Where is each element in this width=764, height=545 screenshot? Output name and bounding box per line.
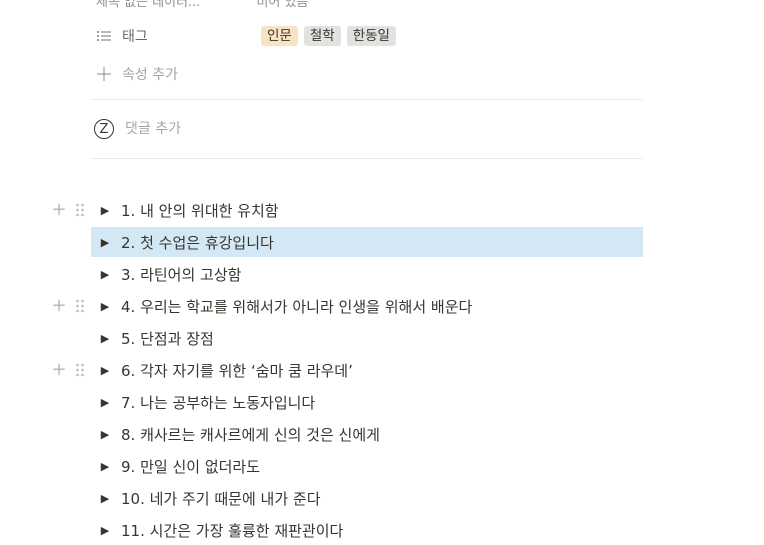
notion-page: 제목 없는 데이터... 비어 있음 태그 인문 철학 한동일 속성 추가 Z … xyxy=(0,0,764,541)
toggle-block[interactable]: ▶ 1. 내 안의 위대한 유치함 xyxy=(91,195,643,225)
toggle-block[interactable]: ▶ 9. 만일 신이 없더라도 xyxy=(91,451,643,481)
drag-handle-icon[interactable] xyxy=(71,361,89,379)
property-name-tags[interactable]: 태그 xyxy=(91,26,261,46)
toggle-block[interactable]: ▶ 7. 나는 공부하는 노동자입니다 xyxy=(91,387,643,417)
toggle-block[interactable]: ▶ 3. 라틴어의 고상함 xyxy=(91,259,643,289)
toggle-title[interactable]: 3. 라틴어의 고상함 xyxy=(121,264,241,285)
toggle-block[interactable]: ▶ 4. 우리는 학교를 위해서가 아니라 인생을 위해서 배운다 xyxy=(91,291,643,321)
toggle-block[interactable]: ▶ 5. 단점과 장점 xyxy=(91,323,643,353)
toggle-arrow-icon[interactable]: ▶ xyxy=(94,231,116,253)
property-value: 비어 있음 xyxy=(256,0,309,10)
toggle-title[interactable]: 5. 단점과 장점 xyxy=(121,328,214,349)
tag-chip[interactable]: 인문 xyxy=(261,26,298,46)
toggle-block[interactable]: ▶ 6. 각자 자기를 위한 ‘숨마 쿰 라우데’ xyxy=(91,355,643,385)
add-property-button[interactable]: 속성 추가 xyxy=(91,59,643,89)
toggle-arrow-icon[interactable]: ▶ xyxy=(94,519,116,541)
block-handle[interactable]: + xyxy=(50,359,90,381)
toggle-title[interactable]: 8. 캐사르는 캐사르에게 신의 것은 신에게 xyxy=(121,424,380,445)
block-handle[interactable]: + xyxy=(50,199,90,221)
property-row-tags[interactable]: 태그 인문 철학 한동일 xyxy=(91,21,643,51)
toggle-block[interactable]: ▶ 8. 캐사르는 캐사르에게 신의 것은 신에게 xyxy=(91,419,643,449)
comment-row: Z xyxy=(91,114,643,144)
toggle-arrow-icon[interactable]: ▶ xyxy=(94,359,116,381)
comment-input[interactable] xyxy=(125,121,525,137)
toggle-title[interactable]: 1. 내 안의 위대한 유치함 xyxy=(121,200,279,221)
plus-icon xyxy=(96,66,112,82)
toggle-block[interactable]: ▶ 2. 첫 수업은 휴강입니다 xyxy=(91,227,643,257)
drag-handle-icon[interactable] xyxy=(71,201,89,219)
property-name: 제목 없는 데이터... xyxy=(96,0,201,10)
list-icon xyxy=(96,28,112,44)
property-row-cut[interactable]: 제목 없는 데이터... 비어 있음 xyxy=(96,0,309,10)
toggle-block[interactable]: ▶ 10. 네가 주기 때문에 내가 준다 xyxy=(91,483,643,513)
add-block-icon[interactable]: + xyxy=(50,361,68,379)
tag-list[interactable]: 인문 철학 한동일 xyxy=(261,26,396,46)
add-block-icon[interactable]: + xyxy=(50,201,68,219)
toggle-title[interactable]: 7. 나는 공부하는 노동자입니다 xyxy=(121,392,315,413)
drag-handle-icon[interactable] xyxy=(71,297,89,315)
toggle-arrow-icon[interactable]: ▶ xyxy=(94,263,116,285)
property-label: 태그 xyxy=(122,29,148,45)
toggle-title[interactable]: 10. 네가 주기 때문에 내가 준다 xyxy=(121,488,321,509)
toggle-arrow-icon[interactable]: ▶ xyxy=(94,455,116,477)
divider xyxy=(91,158,643,159)
toggle-arrow-icon[interactable]: ▶ xyxy=(94,391,116,413)
toggle-arrow-icon[interactable]: ▶ xyxy=(94,423,116,445)
toggle-title[interactable]: 2. 첫 수업은 휴강입니다 xyxy=(121,232,274,253)
add-property-label: 속성 추가 xyxy=(122,67,178,83)
tag-chip[interactable]: 한동일 xyxy=(346,26,396,46)
toggle-arrow-icon[interactable]: ▶ xyxy=(94,199,116,221)
avatar: Z xyxy=(94,119,114,139)
add-block-icon[interactable]: + xyxy=(50,297,68,315)
toggle-arrow-icon[interactable]: ▶ xyxy=(94,487,116,509)
toggle-arrow-icon[interactable]: ▶ xyxy=(94,327,116,349)
toggle-title[interactable]: 11. 시간은 가장 훌륭한 재판관이다 xyxy=(121,520,343,541)
tag-chip[interactable]: 철학 xyxy=(303,26,341,46)
toggle-title[interactable]: 9. 만일 신이 없더라도 xyxy=(121,456,260,477)
divider xyxy=(91,99,643,100)
toggle-arrow-icon[interactable]: ▶ xyxy=(94,295,116,317)
toggle-title[interactable]: 6. 각자 자기를 위한 ‘숨마 쿰 라우데’ xyxy=(121,360,353,381)
block-handle[interactable]: + xyxy=(50,295,90,317)
toggle-title[interactable]: 4. 우리는 학교를 위해서가 아니라 인생을 위해서 배운다 xyxy=(121,296,472,317)
